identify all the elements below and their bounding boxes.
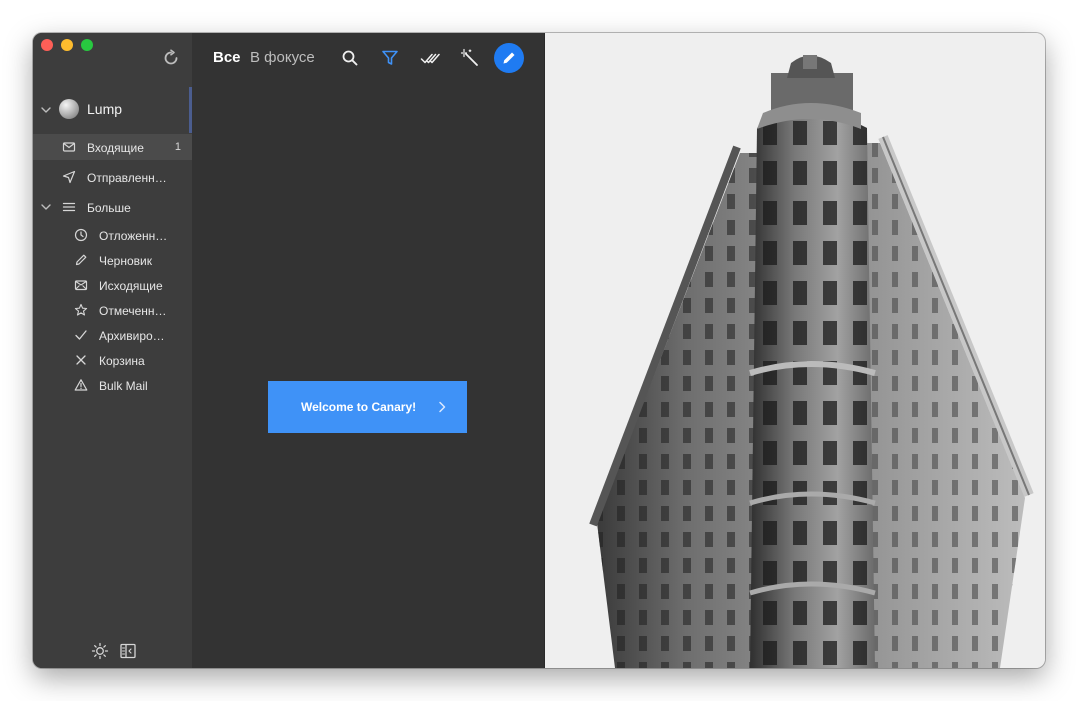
sidebar-item-label: Больше	[87, 201, 131, 215]
refresh-icon[interactable]	[162, 49, 180, 67]
window-controls	[41, 39, 93, 51]
sidebar-item-bulk-mail[interactable]: Bulk Mail	[33, 372, 192, 398]
sidebar-item-more[interactable]: Больше	[33, 194, 192, 220]
clock-icon	[74, 228, 88, 242]
chevron-down-icon[interactable]	[40, 104, 52, 116]
window-zoom-button[interactable]	[81, 39, 93, 51]
outbox-icon	[74, 280, 88, 291]
sidebar-item-drafts[interactable]: Черновик	[33, 247, 192, 273]
brightness-icon[interactable]	[91, 642, 109, 660]
compose-button[interactable]	[494, 43, 524, 73]
star-icon	[74, 303, 88, 316]
mark-all-read-icon[interactable]	[420, 48, 440, 68]
sidebar-item-label: Входящие	[87, 141, 144, 155]
sidebar-item-snoozed[interactable]: Отложенн…	[33, 222, 192, 248]
warning-icon	[74, 379, 88, 391]
welcome-card[interactable]: Welcome to Canary!	[268, 381, 467, 433]
sidebar-item-label: Исходящие	[99, 279, 163, 293]
checkmark-icon	[75, 330, 87, 340]
sidebar-item-flagged[interactable]: Отмеченн…	[33, 297, 192, 323]
tab-all[interactable]: Все	[213, 49, 241, 66]
message-list-pane: Все В фокусе Welcome to Canary!	[192, 33, 544, 668]
sidebar-item-label: Корзина	[99, 354, 145, 368]
sidebar-item-label: Отправленн…	[87, 171, 167, 185]
filter-icon[interactable]	[380, 48, 400, 68]
sidebar-item-outbox[interactable]: Исходящие	[33, 272, 192, 298]
building-photo	[545, 33, 1045, 668]
pencil-icon	[75, 254, 87, 266]
envelope-icon	[62, 142, 76, 152]
sidebar-item-archive[interactable]: Архивиро…	[33, 322, 192, 348]
unread-count-badge: 1	[174, 141, 181, 153]
window-close-button[interactable]	[41, 39, 53, 51]
reading-pane	[544, 33, 1045, 668]
sidebar-item-inbox[interactable]: Входящие 1	[33, 134, 192, 160]
sidebar-item-label: Архивиро…	[99, 329, 165, 343]
chevron-right-icon	[439, 401, 446, 413]
chevron-down-icon[interactable]	[40, 201, 52, 213]
account-row[interactable]: Lump	[33, 87, 192, 133]
sidebar-footer	[91, 642, 137, 660]
sidebar-item-label: Bulk Mail	[99, 379, 148, 393]
app-window: Lump Входящие 1 Отправленн… Больше Отлож…	[33, 33, 1045, 668]
sidebar-item-sent[interactable]: Отправленн…	[33, 164, 192, 190]
window-minimize-button[interactable]	[61, 39, 73, 51]
sidebar-item-trash[interactable]: Корзина	[33, 347, 192, 373]
list-icon	[62, 202, 76, 212]
welcome-card-text: Welcome to Canary!	[301, 400, 417, 414]
close-icon	[76, 355, 86, 365]
sidebar-item-label: Отложенн…	[99, 229, 168, 243]
sidebar-item-label: Отмеченн…	[99, 304, 167, 318]
search-icon[interactable]	[340, 48, 360, 68]
sidebar: Lump Входящие 1 Отправленн… Больше Отлож…	[33, 33, 192, 668]
avatar	[59, 99, 79, 119]
sidebar-item-label: Черновик	[99, 254, 152, 268]
tab-focused[interactable]: В фокусе	[250, 49, 315, 66]
paper-plane-icon	[62, 170, 76, 184]
sidebar-toggle-icon[interactable]	[119, 642, 137, 660]
magic-wand-icon[interactable]	[460, 48, 480, 68]
pencil-icon	[503, 52, 515, 64]
account-name: Lump	[87, 101, 123, 117]
